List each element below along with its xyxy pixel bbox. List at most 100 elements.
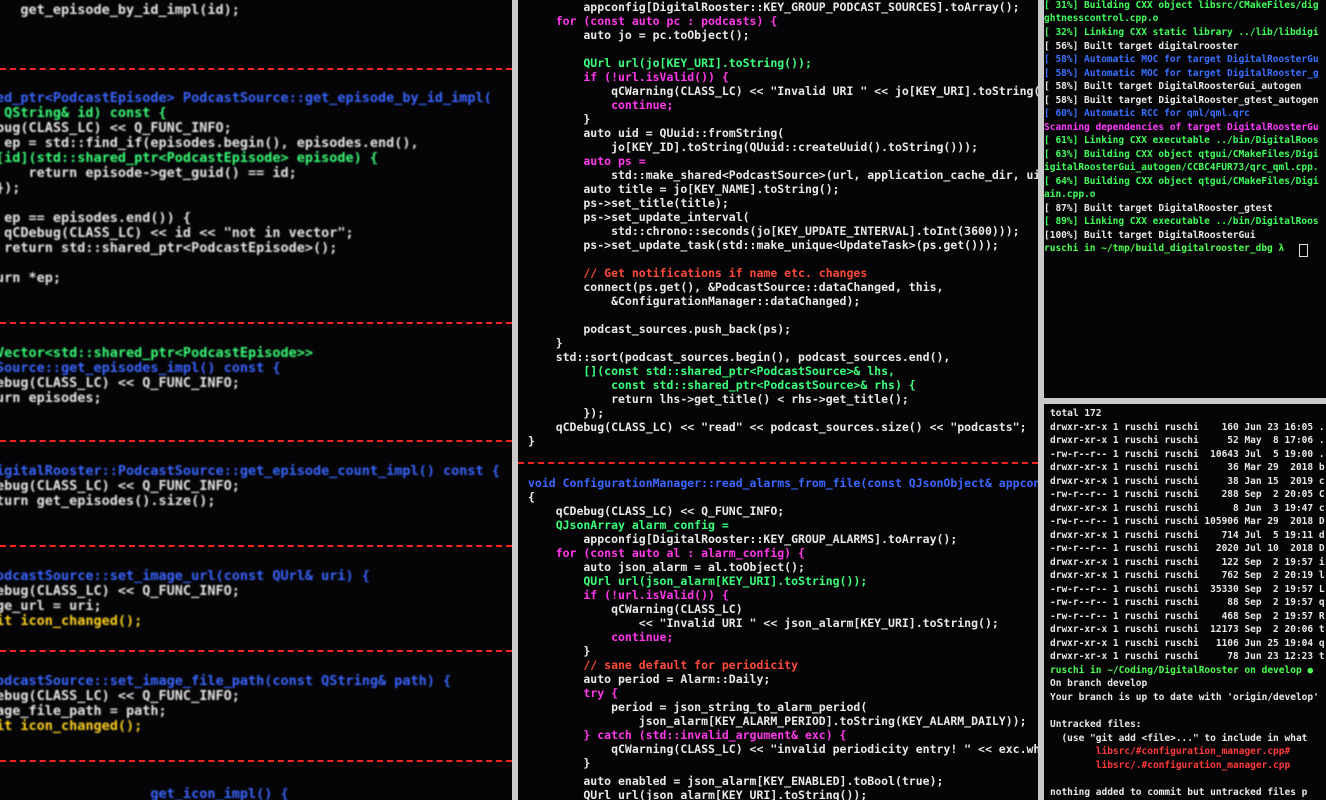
code-line: jo[KEY_ID].toString(QUuid::createUuid().… [528,140,979,154]
terminal-line: [100%] Built target DigitalRoosterGui [1044,230,1256,241]
code-line: Source::get_episodes_impl() const { [0,360,281,376]
code-line: appconfig[DigitalRooster::KEY_GROUP_ALAR… [528,532,958,546]
code-line: qCWarning(CLASS_LC) [528,602,743,616]
terminal-line: drwxr-xr-x 1 ruschi ruschi 1106 Jun 25 1… [1050,638,1325,649]
code-line: // sane default for periodicity [528,658,799,672]
code-line: QUrl url(json_alarm[KEY_URI].toString())… [528,788,868,800]
terminal-line: drwxr-xr-x 1 ruschi ruschi 160 Jun 23 16… [1050,422,1325,433]
code-line: ebug(CLASS_LC) << Q_FUNC_INFO; [0,375,240,391]
code-line: qCWarning(CLASS_LC) << "invalid periodic… [528,742,1038,756]
terminal-line: On branch develop [1050,678,1148,689]
terminal-line: drwxr-xr-x 1 ruschi ruschi 36 Mar 29 201… [1050,462,1325,473]
code-line: QString& id) const { [0,105,167,121]
comment-separator-line [0,322,512,324]
code-line: auto uid = QUuid::fromString( [528,126,785,140]
code-line: } [528,112,591,126]
code-line: qCDebug(CLASS_LC) << Q_FUNC_INFO; [528,504,785,518]
code-line: qCDebug(CLASS_LC) << id << "not in vecto… [0,225,354,241]
code-line: ebug(CLASS_LC) << Q_FUNC_INFO; [0,688,240,704]
code-line: ebug(CLASS_LC) << Q_FUNC_INFO; [0,583,240,599]
terminal-line: -rw-r--r-- 1 ruschi ruschi 288 Sep 2 20:… [1050,489,1325,500]
code-line: } [528,644,591,658]
terminal-line: [ 58%] Built target DigitalRoosterGui_au… [1044,81,1302,92]
code-line: auto title = jo[KEY_NAME].toString(); [528,182,840,196]
code-line: void ConfigurationManager::read_alarms_f… [528,476,1038,490]
code-line: continue; [528,98,674,112]
terminal-line: -rw-r--r-- 1 ruschi ruschi 468 Sep 2 19:… [1050,611,1325,622]
code-line: auto jo = pc.toObject(); [528,28,750,42]
terminal-line: [ 61%] Linking CXX executable ../bin/Dig… [1044,135,1319,146]
terminal-line: [ 58%] Automatic MOC for target DigitalR… [1044,68,1319,79]
code-line: QJsonArray alarm_config = [528,518,729,532]
code-line: urn episodes; [0,390,102,406]
terminal-line: -rw-r--r-- 1 ruschi ruschi 105906 Mar 29… [1050,516,1325,527]
comment-separator-line [0,650,512,652]
code-line: return std::shared_ptr<PodcastEpisode>()… [0,240,338,256]
terminal-line: -rw-r--r-- 1 ruschi ruschi 88 Sep 2 19:5… [1050,597,1325,608]
code-line: ep = std::find_if(episodes.begin(), epis… [0,135,419,151]
code-line: } [528,434,535,448]
terminal-line: [ 32%] Linking CXX static library ../lib… [1044,27,1319,38]
code-line: [](const std::shared_ptr<PodcastSource>&… [528,364,895,378]
code-line: turn get_episodes().size(); [0,493,216,509]
git-terminal-pane[interactable]: total 172 drwxr-xr-x 1 ruschi ruschi 160 … [1044,404,1326,800]
terminal-line: [ 56%] Built target digitalrooster [1044,41,1239,52]
terminal-line: drwxr-xr-x 1 ruschi ruschi 38 Jan 15 201… [1050,476,1325,487]
terminal-line: [ 89%] Linking CXX executable ../bin/Dig… [1044,216,1319,227]
code-line: << "Invalid URI " << json_alarm[KEY_URI]… [528,616,999,630]
code-line: qCWarning(CLASS_LC) << "Invalid URI " <<… [528,84,1038,98]
terminal-line: [ 58%] Built target DigitalRooster_gtest… [1044,95,1319,106]
terminal-line: drwxr-xr-x 1 ruschi ruschi 714 Jul 5 19:… [1050,530,1325,541]
terminal-line: -rw-r--r-- 1 ruschi ruschi 35330 Sep 2 1… [1050,584,1325,595]
code-line: it icon_changed(); [0,613,143,629]
code-line: ps->set_update_task(std::make_unique<Upd… [528,238,999,252]
left-editor-pane[interactable]: get_episode_by_id_impl(id); ed_ptr<Podcas… [0,0,512,800]
code-line: { [528,490,535,504]
code-line: if (!url.isValid()) { [528,70,729,84]
code-line: } catch (std::invalid_argument& exc) { [528,728,847,742]
code-line: qCDebug(CLASS_LC) << "read" << podcast_s… [528,420,1027,434]
code-line: // Get notifications if name etc. change… [528,266,868,280]
code-line: json_alarm[KEY_ALARM_PERIOD].toString(KE… [528,714,1027,728]
code-line: ps->set_title(title); [528,196,729,210]
code-line: continue; [528,630,674,644]
code-line: ep == episodes.end()) { [0,210,192,226]
comment-separator-line [0,760,512,762]
code-line: Vector<std::shared_ptr<PodcastEpisode>> [0,345,313,361]
code-line: appconfig[DigitalRooster::KEY_GROUP_PODC… [528,0,1020,14]
terminal-line: total 172 [1050,408,1102,419]
code-line: for (const auto al : alarm_config) { [528,546,805,560]
comment-separator-line [0,545,512,547]
comment-separator-line [518,462,1038,464]
code-line: get_episode_by_id_impl(id); [0,2,240,18]
terminal-line: Untracked files: [1050,719,1142,730]
code-line: ps->set_update_interval( [528,210,750,224]
code-line: podcast_sources.push_back(ps); [528,322,792,336]
code-line: ed_ptr<PodcastEpisode> PodcastSource::ge… [0,90,492,106]
code-line: } [528,336,563,350]
code-line: for (const auto pc : podcasts) { [528,14,778,28]
terminal-line: -rw-r--r-- 1 ruschi ruschi 2020 Jul 10 2… [1050,543,1325,554]
code-line: std::make_shared<PodcastSource>(url, app… [528,168,1038,182]
terminal-line: [ 87%] Built target DigitalRooster_gtest [1044,203,1273,214]
terminal-line: libsrc/#configuration_manager.cpp# [1050,746,1291,757]
code-line: ebug(CLASS_LC) << Q_FUNC_INFO; [0,478,240,494]
code-line: return lhs->get_title() < rhs->get_title… [528,392,909,406]
code-line: get_icon_impl() { [0,786,289,800]
code-line: QUrl url(json_alarm[KEY_URI].toString())… [528,574,868,588]
terminal-line: -rw-r--r-- 1 ruschi ruschi 10643 Jul 5 1… [1050,449,1325,460]
terminal-line: drwxr-xr-x 1 ruschi ruschi 8 Jun 3 19:47… [1050,503,1325,514]
terminal-line: [ 58%] Automatic MOC for target DigitalR… [1044,54,1319,65]
code-line: std::sort(podcast_sources.begin(), podca… [528,350,951,364]
build-terminal-pane[interactable]: [ 31%] Building CXX object libsrc/CMakeF… [1044,0,1326,398]
terminal-line: libsrc/.#configuration_manager.cpp [1050,760,1291,771]
terminal-line: drwxr-xr-x 1 ruschi ruschi 122 Sep 2 19:… [1050,557,1325,568]
comment-separator-line [0,68,512,70]
middle-editor-pane[interactable]: appconfig[DigitalRooster::KEY_GROUP_PODC… [518,0,1038,800]
terminal-line: ain.cpp.o [1044,189,1096,200]
code-line: odcastSource::set_image_file_path(const … [0,673,452,689]
terminal-line: ghtnesscontrol.cpp.o [1044,13,1159,24]
code-line: it icon_changed(); [0,718,143,734]
terminal-line: igitalRoosterGui_autogen/CCBC4FUR73/qrc_… [1044,162,1319,173]
code-line: [id](std::shared_ptr<PodcastEpisode> epi… [0,150,379,166]
